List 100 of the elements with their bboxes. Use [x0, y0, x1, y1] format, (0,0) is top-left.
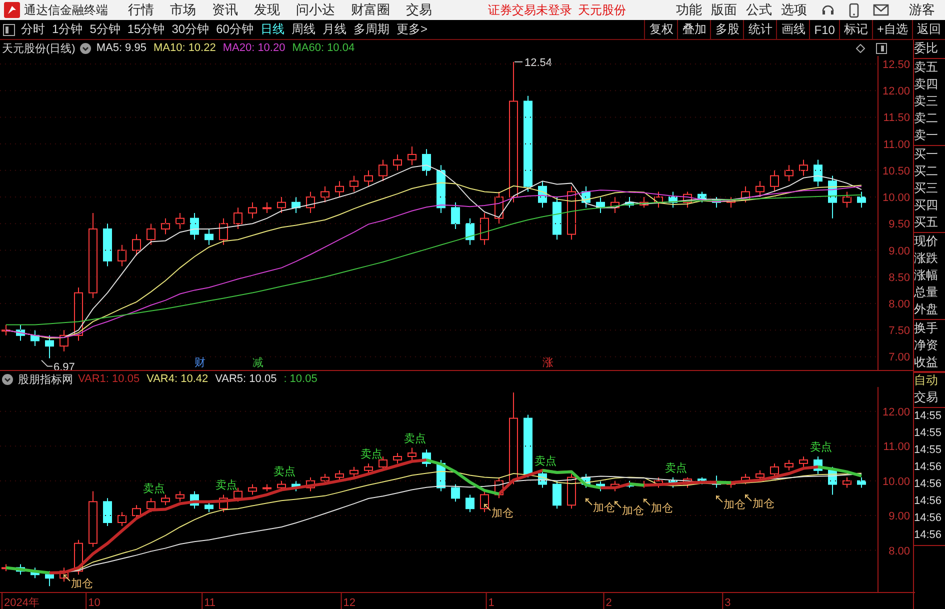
candlestick: [726, 196, 736, 208]
date-axis-label: 2: [606, 597, 612, 609]
candlestick: [712, 196, 721, 208]
period-tab[interactable]: 月线: [322, 21, 346, 38]
user-name[interactable]: 游客: [909, 1, 935, 19]
period-tab[interactable]: 60分钟: [216, 21, 254, 38]
menu-item[interactable]: 资讯: [212, 1, 238, 19]
candlestick: [654, 191, 663, 208]
mail-icon[interactable]: [873, 4, 889, 16]
menu-item[interactable]: 发现: [254, 1, 280, 19]
indicator-value: VAR1: 10.05: [78, 373, 140, 385]
candlestick: [190, 490, 199, 510]
indicator-value: MA60: 10.04: [292, 42, 355, 54]
candlestick: [292, 196, 300, 214]
menu-item[interactable]: 交易: [406, 1, 432, 19]
candlestick: [306, 191, 315, 214]
app-logo-icon: [4, 2, 20, 18]
trade-time: 14:55: [914, 426, 943, 441]
candlestick: [103, 498, 112, 526]
menu-item[interactable]: 版面: [711, 1, 737, 19]
candlestick: [335, 470, 344, 482]
price-axis-label: 8.50: [888, 272, 910, 284]
period-tab[interactable]: 分时: [21, 21, 45, 38]
candlestick: [466, 218, 474, 246]
diamond-icon[interactable]: [856, 44, 865, 52]
candlestick: [219, 218, 228, 246]
price-axis-label: 9.00: [888, 245, 910, 258]
period-tab[interactable]: 15分钟: [127, 21, 165, 38]
candlestick: [494, 476, 504, 499]
quote-field-label: 现价: [914, 233, 939, 250]
sell-signal-label: 卖点: [404, 432, 426, 445]
price-axis-label: 11.00: [883, 441, 910, 454]
period-tab[interactable]: 1分钟: [52, 21, 83, 38]
candlestick: [118, 244, 126, 267]
candlestick: [582, 473, 590, 488]
candlestick: [436, 164, 446, 214]
leader-line: [514, 61, 523, 62]
price-axis-label: 12.00: [882, 406, 910, 418]
sell-signal-label: 卖点: [360, 447, 382, 460]
candlestick: [857, 476, 866, 488]
menu-item[interactable]: 行情: [128, 1, 154, 19]
period-tab[interactable]: 日线: [260, 21, 284, 38]
candlestick: [784, 459, 794, 471]
indicator-value: MA10: 10.22: [153, 42, 216, 54]
price-axis-label: 8.00: [888, 298, 910, 310]
menu-item[interactable]: 财富圈: [351, 1, 390, 19]
candlestick: [466, 494, 474, 513]
period-tab[interactable]: 30分钟: [172, 21, 210, 38]
headset-icon[interactable]: [821, 3, 835, 17]
trade-time: 14:56: [914, 460, 943, 475]
menu-item[interactable]: 市场: [170, 1, 196, 19]
candlestick: [161, 494, 170, 506]
quote-field-label: 收益: [914, 354, 939, 371]
period-tab[interactable]: 更多>: [396, 21, 428, 38]
candlestick: [16, 324, 25, 342]
dropdown-icon[interactable]: [2, 374, 13, 384]
dropdown-icon[interactable]: [80, 42, 92, 54]
sell-signal-label: 卖点: [665, 461, 687, 474]
price-axis-label: 11.00: [883, 138, 910, 151]
quote-field-label: 买五: [914, 214, 939, 231]
price-axis-label: 9.00: [888, 510, 910, 523]
candlestick: [828, 175, 837, 219]
trade-label: 交易: [914, 389, 939, 406]
panel-toggle-icon[interactable]: [876, 42, 887, 54]
period-tab[interactable]: 5分钟: [90, 21, 120, 38]
panel-toggle-icon[interactable]: [3, 24, 15, 36]
candlestick: [320, 186, 330, 203]
quote-field-label: 总量: [914, 284, 939, 301]
candlestick: [480, 212, 489, 246]
menu-item[interactable]: 问小达: [296, 1, 335, 19]
candlestick: [88, 490, 98, 548]
candlestick: [204, 228, 214, 246]
quote-field-label: 换手: [914, 320, 939, 337]
candlestick: [567, 473, 576, 510]
quote-field-label: 买一: [914, 146, 939, 163]
candlestick: [132, 234, 141, 256]
login-notice[interactable]: 证券交易未登录: [488, 2, 572, 18]
candlestick: [262, 202, 272, 214]
candlestick: [118, 512, 126, 526]
date-axis-label: 12: [343, 597, 356, 609]
chart-title: 天元股份(日线): [2, 42, 76, 56]
phone-icon[interactable]: [849, 2, 859, 18]
date-axis-label: 11: [204, 597, 216, 609]
add-position-signal: 加仓: [586, 498, 615, 514]
candlestick: [103, 223, 112, 267]
candlestick: [248, 484, 257, 496]
event-marker: 财: [194, 356, 206, 369]
candlestick: [16, 564, 25, 576]
candlestick: [610, 480, 620, 492]
period-tab[interactable]: 多周期: [353, 21, 390, 38]
menu-item[interactable]: 选项: [781, 1, 807, 19]
menu-item[interactable]: 公式: [746, 1, 772, 19]
candlestick: [60, 330, 68, 352]
auto-tab[interactable]: 自动: [914, 372, 945, 389]
candlestick: [146, 223, 156, 246]
period-tab[interactable]: 周线: [291, 21, 316, 38]
candlestick: [668, 191, 678, 208]
sell-signal-label: 卖点: [216, 478, 238, 492]
add-position-signal: 加仓: [614, 500, 644, 517]
menu-item[interactable]: 功能: [676, 1, 702, 19]
